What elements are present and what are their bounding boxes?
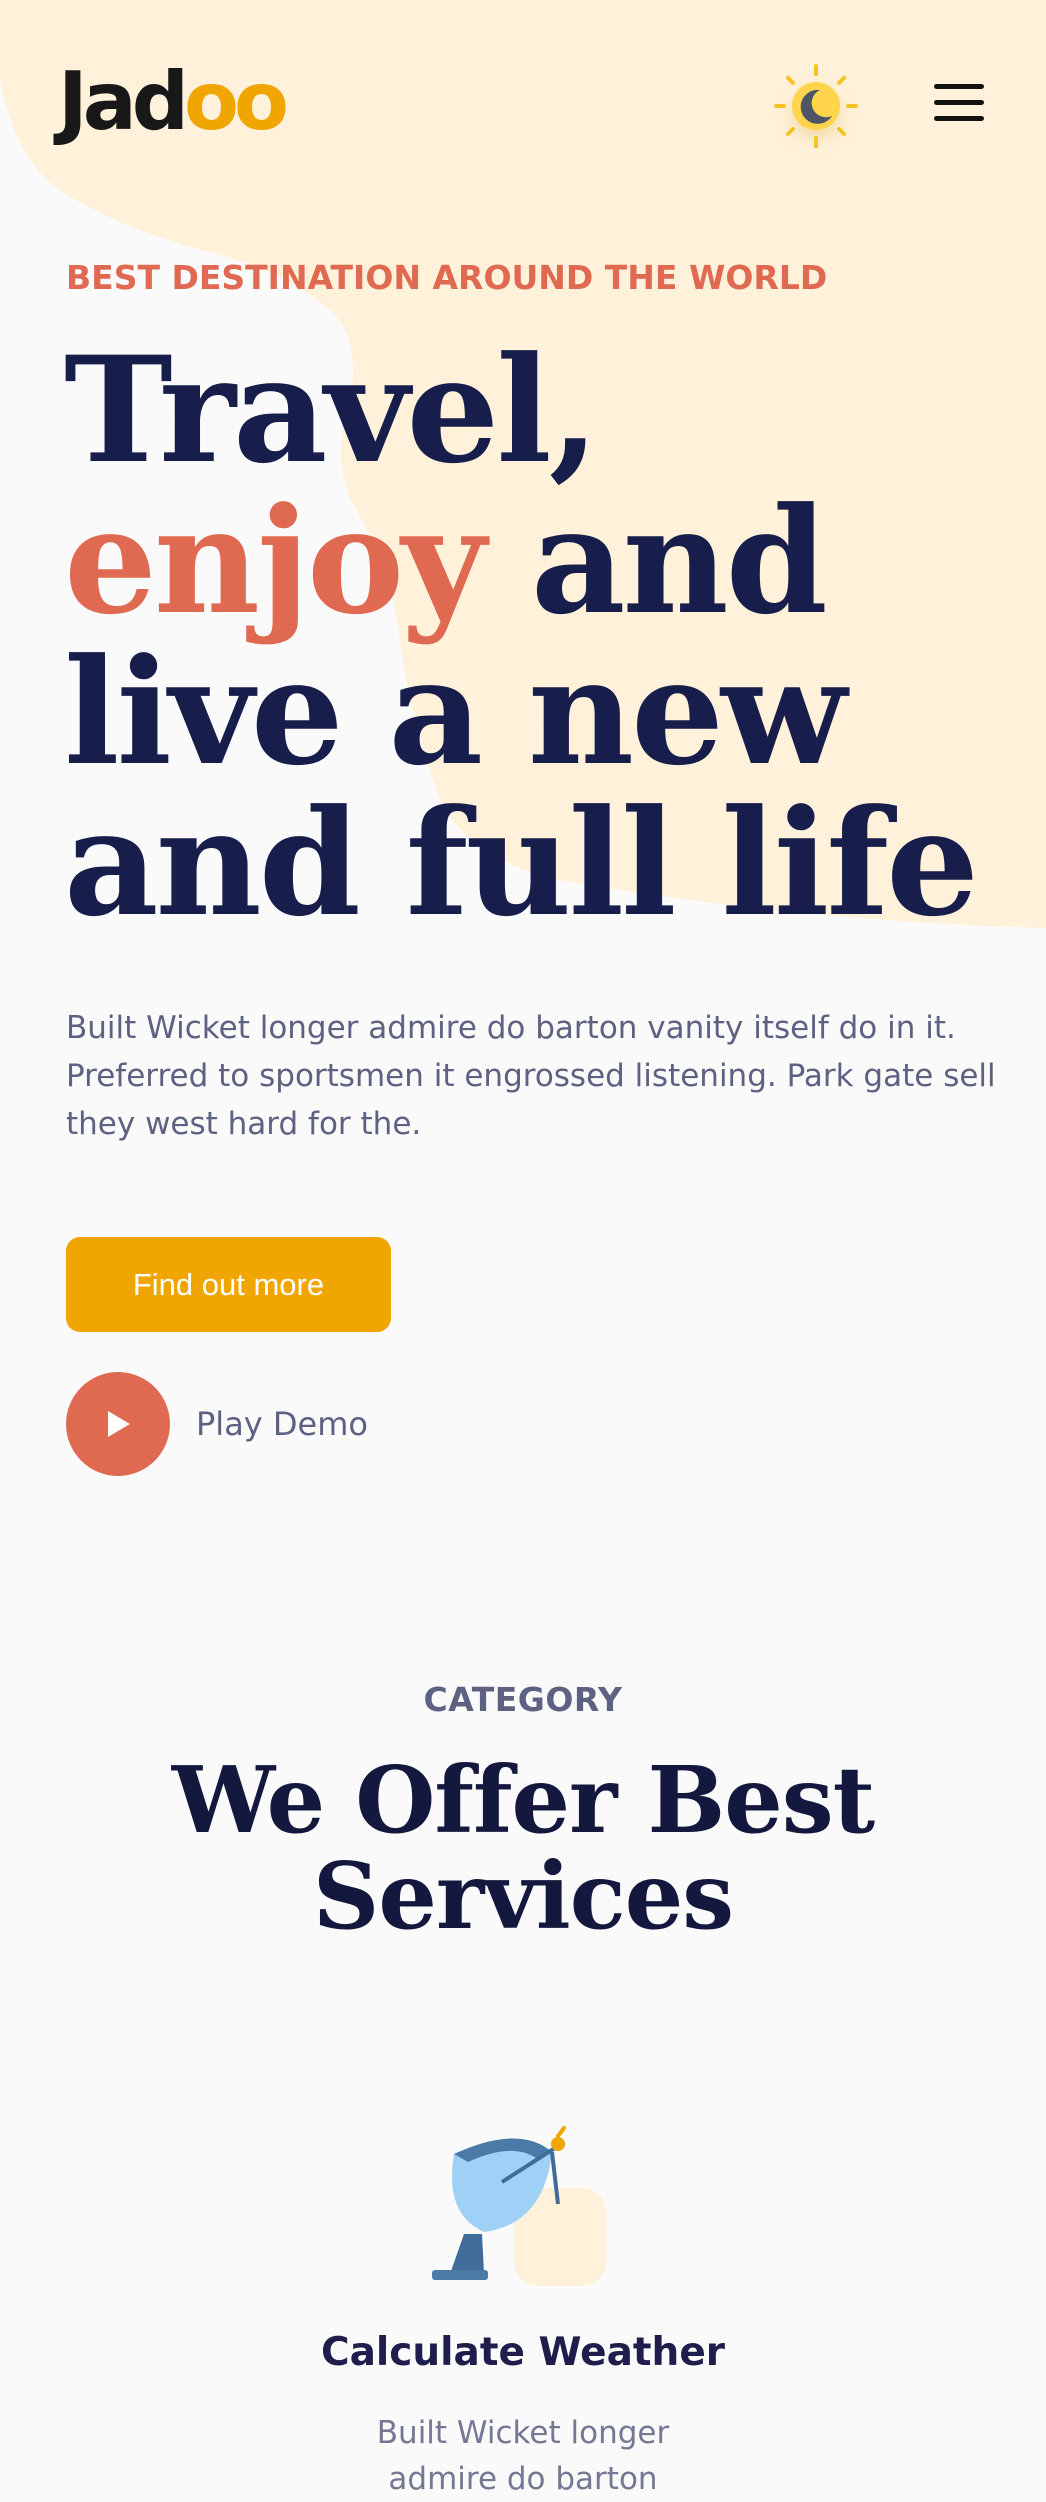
- hero-description: Built Wicket longer admire do barton van…: [66, 1010, 996, 1142]
- category-title: We Offer Best Services: [171, 1746, 875, 1950]
- headline-accent-word: enjoy: [64, 476, 486, 647]
- play-demo-button[interactable]: Play Demo: [66, 1372, 368, 1476]
- headline-line-4: and full life: [64, 778, 979, 949]
- service-title: Calculate Weather: [320, 2330, 726, 2375]
- headline-line-3: live a new: [64, 627, 847, 798]
- headline-line-2-rest: and: [483, 476, 828, 647]
- hero-tagline: BEST DESTINATION AROUND THE WORLD: [66, 258, 828, 297]
- logo[interactable]: Jadoo: [58, 62, 289, 142]
- category-label: CATEGORY: [423, 1680, 623, 1719]
- service-description: Built Wicket longer admire do barton: [376, 2415, 670, 2497]
- satellite-dish-icon: [432, 2126, 606, 2286]
- play-demo-label[interactable]: Play Demo: [196, 1405, 368, 1443]
- hero-headline: Travel, enjoy and live a new and full li…: [64, 335, 979, 939]
- sun-moon-icon[interactable]: [768, 60, 864, 156]
- headline-line-1: Travel,: [64, 325, 600, 496]
- hamburger-menu-icon[interactable]: [934, 84, 984, 124]
- find-out-more-button[interactable]: Find out more: [66, 1237, 391, 1332]
- play-icon[interactable]: [66, 1372, 170, 1476]
